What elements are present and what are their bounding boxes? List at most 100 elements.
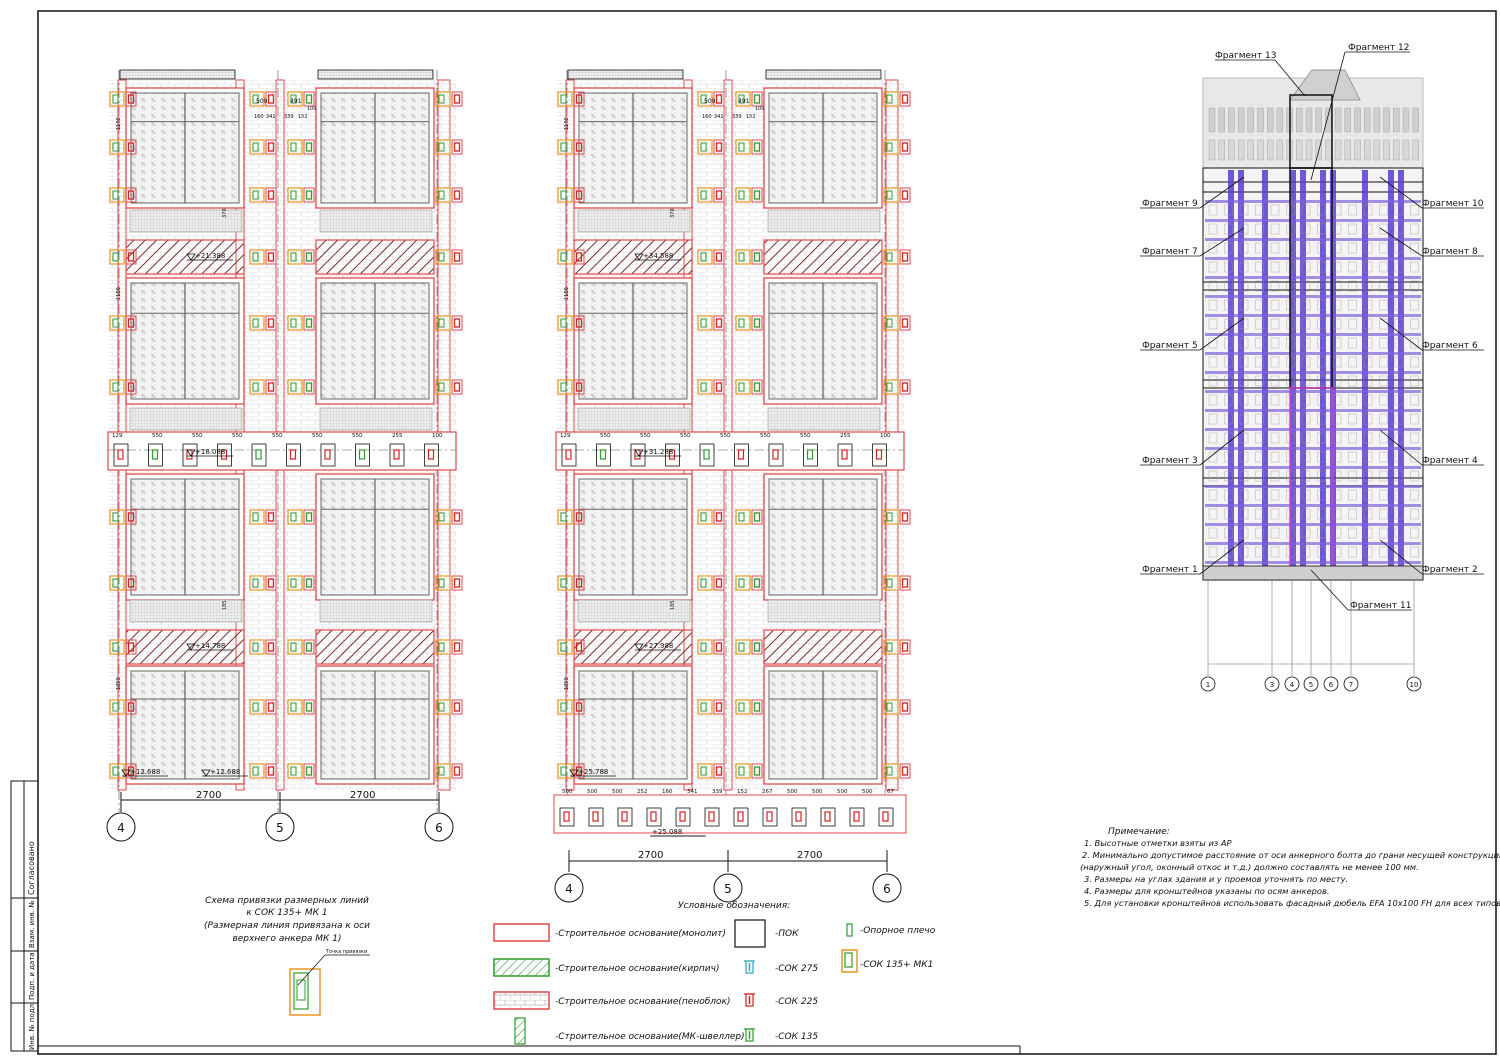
dim-row-6: 550 (800, 433, 811, 439)
elevation-value-base: +25.088 (652, 828, 682, 836)
crown-window-18 (1383, 139, 1390, 161)
dim-top-1: 491 (290, 98, 302, 105)
dim-vertical-2: 1050 (116, 677, 122, 690)
crown-pillar-15 (1354, 107, 1361, 133)
dim-row-1: 550 (600, 433, 611, 439)
axes-left: 2700 2700 4 5 6 (106, 790, 454, 842)
kp-row-16 (1205, 504, 1421, 507)
window-left-3 (573, 665, 693, 785)
kp-row-6 (1205, 314, 1421, 317)
dim-bottom-11: 500 (837, 789, 848, 795)
facade-elevation-left: +21.388 +18.088 +14.788 +12.688 +12.688 509 49… (107, 69, 463, 812)
kp-axis-label-2: 4 (1290, 681, 1295, 689)
binding-scheme-caption: Схема привязки размерных линий к СОК 135… (204, 896, 370, 1016)
band-a-left (125, 239, 245, 275)
legend-label-brick: -Строительное основание(кирпич) (555, 964, 719, 974)
elevation-value-2: +27.988 (643, 642, 673, 650)
fragment-13-label: Фрагмент 13 (1215, 51, 1276, 61)
crown-pillar-20 (1402, 107, 1410, 133)
dim-top-6: 100 (307, 106, 317, 112)
band-a-left (573, 239, 693, 275)
crown-window-6 (1266, 139, 1274, 161)
kp-axis-label-0: 1 (1206, 681, 1210, 689)
legend-swatch-channel (514, 1017, 526, 1045)
axis-6-mid: 6 (883, 882, 891, 896)
kp-row-1 (1205, 219, 1421, 222)
span-label-mid-1: 2700 (638, 850, 663, 861)
dim-vertical-1: 1150 (564, 287, 570, 300)
kp-row-11 (1205, 409, 1421, 412)
spandrel-sp3-right (319, 599, 433, 623)
dim-bottom-1: 500 (587, 789, 598, 795)
kp-row-2 (1205, 238, 1421, 241)
legend-label-sok135mk: -СОК 135+ МК1 (860, 960, 933, 970)
dim-bottom-8: 267 (762, 789, 773, 795)
window-left-1 (125, 277, 245, 405)
stamp-sign-date: Подп. и дата (28, 952, 36, 1000)
kp-row-14 (1205, 466, 1421, 469)
window-left-1 (573, 277, 693, 405)
svg-text:(Размерная линия привязана к о: (Размерная линия привязана к оси (204, 921, 370, 931)
crown-window-1 (1218, 139, 1225, 161)
legend-label-sok275: -СОК 275 (775, 964, 818, 974)
dim-row-7: 255 (392, 433, 403, 439)
elevation-value-0: +34.588 (643, 252, 673, 260)
legend-label-shoulder: -Опорное плечо (860, 926, 936, 936)
crown-pillar-9 (1296, 107, 1303, 133)
crown-window-10 (1305, 139, 1313, 161)
dim-bottom-3: 252 (637, 789, 648, 795)
legend-swatch-foam (493, 991, 550, 1010)
axis-5-mid: 5 (724, 882, 732, 896)
axis-6-left: 6 (435, 821, 443, 835)
crown-pillar-10 (1305, 107, 1313, 133)
svg-text:к СОК 135+ МК 1: к СОК 135+ МК 1 (246, 908, 327, 918)
fragment-11-label: Фрагмент 11 (1350, 601, 1411, 611)
crown-pillar-3 (1237, 107, 1245, 133)
kp-row-10 (1205, 390, 1421, 393)
fragment-left-4: Фрагмент 1 (1142, 565, 1198, 575)
kp-axis-label-5: 7 (1349, 681, 1353, 689)
dim-vertical-4: 185 (670, 600, 676, 610)
crown-window-17 (1373, 139, 1381, 161)
crown-window-3 (1237, 139, 1245, 161)
kp-row-0 (1205, 200, 1421, 203)
legend: Условные обозначения: -Строительное осно… (493, 901, 936, 1045)
dim-bottom-10: 500 (812, 789, 823, 795)
parapet-right (765, 69, 882, 80)
spandrel-sp3-right (767, 599, 881, 623)
svg-text:4. Размеры для кронштейнов ука: 4. Размеры для кронштейнов указаны по ос… (1084, 886, 1330, 896)
dim-top-6: 100 (755, 106, 765, 112)
dim-top-0: 509 (256, 98, 268, 105)
dim-bottom-0: 500 (562, 789, 573, 795)
dim-bottom-5: 341 (687, 789, 698, 795)
dim-row-5: 550 (312, 433, 323, 439)
dim-row-2: 550 (192, 433, 203, 439)
window-left-0 (573, 87, 693, 209)
svg-text:3. Размеры на углах здания и у: 3. Размеры на углах здания и у проемов у… (1084, 874, 1348, 884)
svg-text:1. Высотные отметки взяты из А: 1. Высотные отметки взяты из АР (1084, 838, 1232, 848)
elevation-value-4: +12.688 (210, 768, 240, 776)
kp-axis-label-4: 6 (1329, 681, 1334, 689)
kp-axis-label-6: 10 (1410, 681, 1419, 689)
window-left-3 (125, 665, 245, 785)
fragment-left-2: Фрагмент 5 (1142, 341, 1198, 351)
dim-vertical-0: 1100 (564, 117, 570, 130)
dim-top-0: 509 (704, 98, 716, 105)
axis-4-left: 4 (117, 821, 125, 835)
legend-swatch-monolith (493, 923, 550, 942)
dim-row-4: 550 (272, 433, 283, 439)
span-label-1: 2700 (196, 790, 221, 801)
dim-row-0: 129 (560, 433, 571, 439)
dim-row-8: 100 (432, 433, 443, 439)
dim-top-3: 341 (714, 114, 724, 120)
crown-pillar-18 (1383, 107, 1390, 133)
key-plan: 1 3 4 5 6 7 10 Фрагмент 9 Фрагмент 7 Фрагмент 5 Фр… (1140, 43, 1484, 692)
span-label-mid-2: 2700 (797, 850, 822, 861)
band-a-right (315, 239, 435, 275)
crown-pillar-17 (1373, 107, 1381, 133)
crown-pillar-1 (1218, 107, 1225, 133)
dim-top-4: 339 (284, 114, 294, 120)
kp-row-7 (1205, 333, 1421, 336)
dim-bottom-12: 500 (862, 789, 873, 795)
notes-title: Примечание: (1108, 827, 1170, 837)
